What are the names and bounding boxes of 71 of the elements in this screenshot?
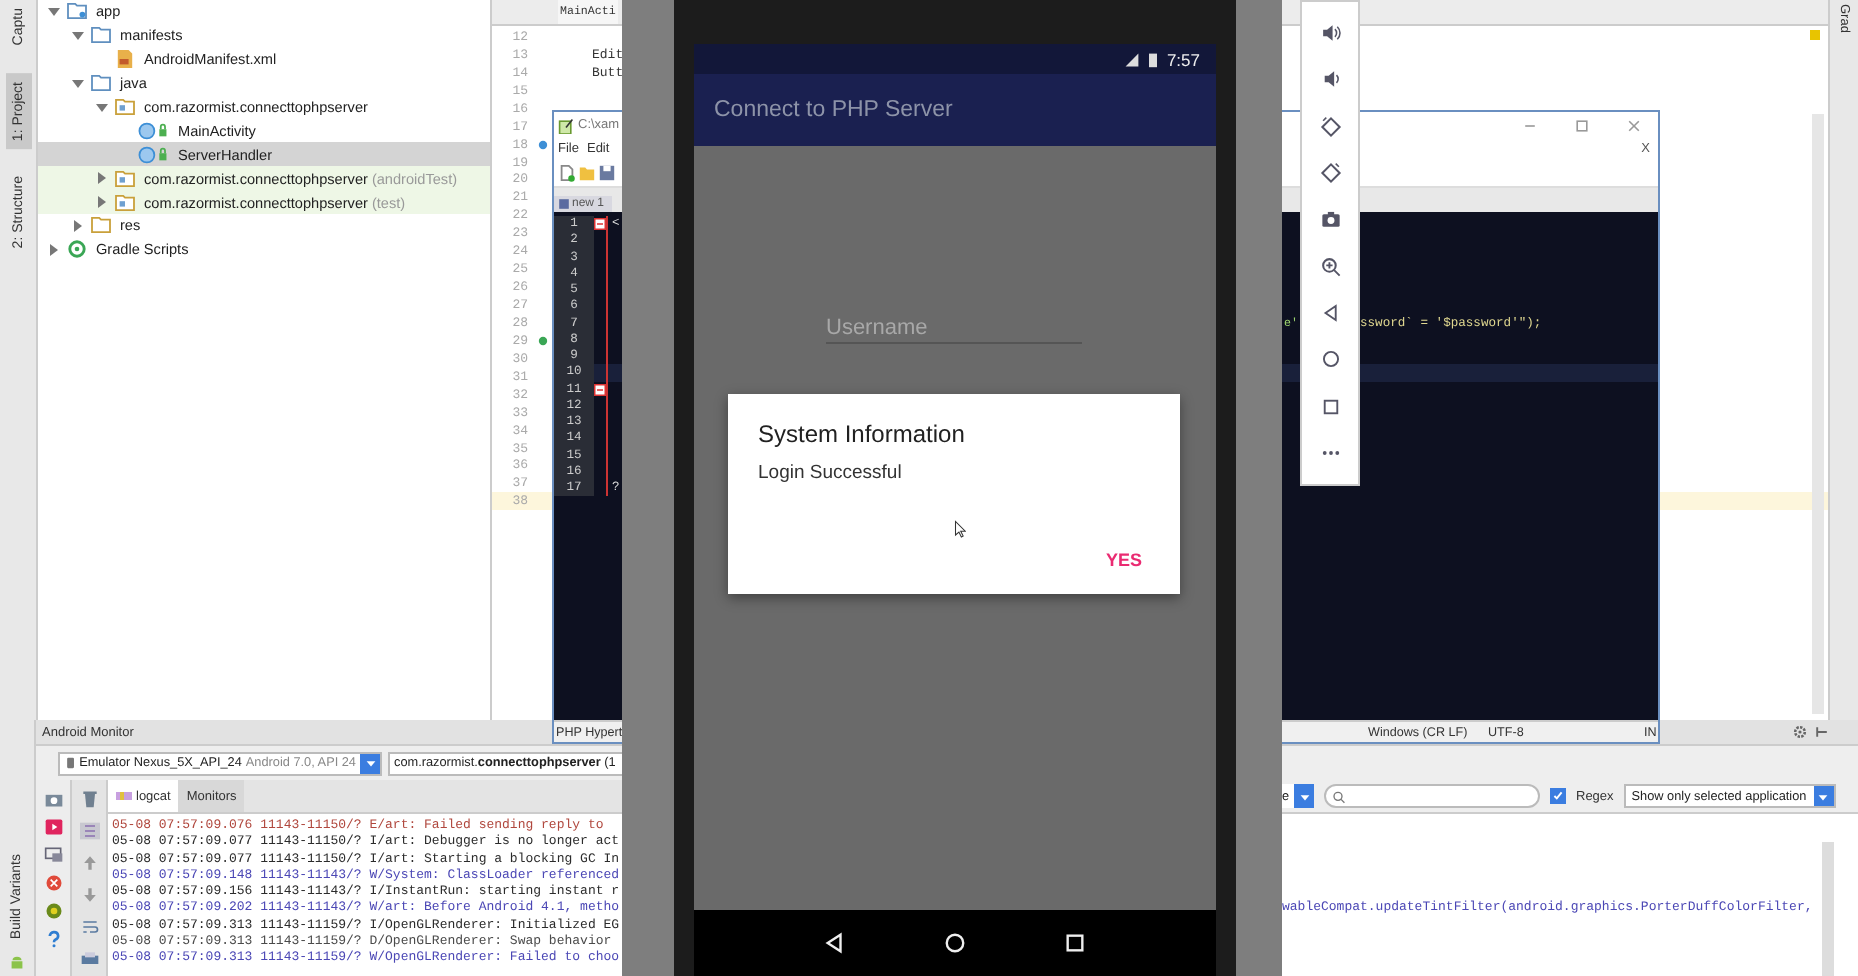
warning-stripe-mark (1810, 30, 1820, 40)
clock-text: 7:57 (1166, 49, 1200, 69)
fold-marker-icon[interactable] (594, 383, 606, 396)
volume-up-icon[interactable] (1319, 22, 1341, 45)
caret-icon[interactable] (1816, 789, 1831, 803)
folder-icon (90, 74, 112, 93)
signal-icon (1124, 51, 1141, 67)
gutter-marker-icon[interactable] (538, 139, 548, 150)
maximize-icon[interactable] (1574, 117, 1590, 133)
new-file-icon[interactable] (558, 164, 576, 182)
rotate-right-icon[interactable] (1319, 162, 1341, 185)
gutter-marker-icon[interactable] (538, 335, 548, 346)
class-icon (138, 121, 170, 140)
rotate-left-icon[interactable] (1319, 115, 1341, 138)
camera-icon[interactable] (43, 790, 63, 808)
help-icon[interactable] (43, 930, 63, 948)
up-arrow-icon[interactable] (79, 854, 99, 872)
expand-arrow-icon[interactable] (70, 217, 86, 234)
stop-icon[interactable] (43, 874, 63, 892)
battery-icon (1148, 51, 1159, 67)
save-icon (558, 198, 570, 210)
expand-arrow-icon[interactable] (94, 170, 110, 187)
expand-arrow-icon[interactable] (70, 75, 86, 92)
camera-icon[interactable] (1319, 208, 1341, 231)
package-icon (114, 169, 136, 188)
back-icon[interactable] (1319, 301, 1341, 324)
caret-icon[interactable] (363, 756, 377, 770)
expand-arrow-icon[interactable] (46, 241, 62, 258)
notepad-icon (558, 117, 574, 133)
app-title: Connect to PHP Server (714, 98, 953, 122)
expand-arrow-icon[interactable] (94, 99, 110, 115)
overview-icon[interactable] (1319, 395, 1341, 418)
search-icon (1332, 789, 1348, 803)
volume-down-icon[interactable] (1319, 68, 1341, 91)
overview-icon[interactable] (1064, 932, 1087, 954)
expand-arrow-icon[interactable] (46, 3, 62, 20)
gradle-icon (66, 240, 88, 259)
pointer-icon (954, 520, 966, 538)
screen-icon[interactable] (43, 846, 63, 864)
scrollbar[interactable] (1812, 114, 1824, 714)
soft-wrap-icon[interactable] (79, 918, 99, 936)
caret-icon[interactable] (1297, 789, 1311, 803)
back-icon[interactable] (823, 932, 846, 954)
down-arrow-icon[interactable] (79, 886, 99, 904)
dialog-title: System Information (758, 420, 965, 448)
save-icon[interactable] (598, 164, 616, 182)
settings-icon[interactable] (1792, 724, 1808, 740)
phone-icon (66, 756, 76, 770)
zoom-icon[interactable] (1319, 255, 1341, 278)
scrollbar[interactable] (1822, 842, 1834, 976)
folder-icon (90, 26, 112, 45)
hide-panel-icon[interactable] (1814, 724, 1830, 740)
search-field[interactable] (1324, 784, 1540, 808)
record-icon[interactable] (43, 818, 63, 836)
username-field[interactable]: Username (826, 312, 1082, 344)
dialog-message: Login Successful (758, 462, 902, 484)
fold-marker-icon[interactable] (594, 218, 606, 231)
regex-checkbox[interactable] (1550, 788, 1566, 804)
yes-button[interactable]: YES (1105, 550, 1142, 570)
printer-icon[interactable] (79, 950, 99, 968)
package-icon (114, 193, 136, 212)
expand-arrow-icon[interactable] (70, 27, 86, 44)
expand-arrow-icon[interactable] (94, 194, 110, 211)
close-icon[interactable] (1626, 117, 1642, 133)
trash-icon[interactable] (79, 790, 99, 808)
file-icon (114, 50, 136, 69)
home-icon[interactable] (1319, 348, 1341, 371)
logcat-icon (116, 790, 132, 802)
package-icon (114, 98, 136, 116)
android-icon (8, 954, 26, 972)
class-icon (138, 145, 170, 164)
